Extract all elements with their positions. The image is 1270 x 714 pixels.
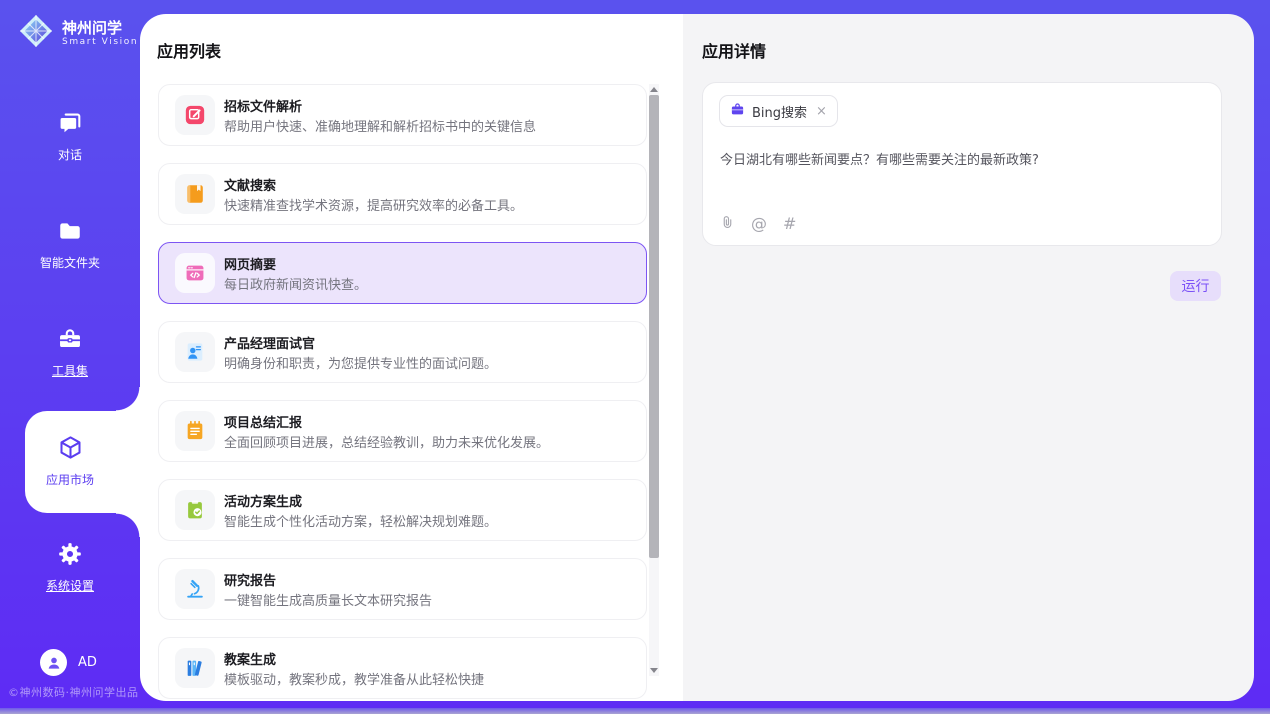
app-card-产品经理面试官[interactable]: 产品经理面试官明确身份和职责，为您提供专业性的面试问题。 [158,321,647,383]
app-card-活动方案生成[interactable]: 活动方案生成智能生成个性化活动方案，轻松解决规划难题。 [158,479,647,541]
sidebar-item-应用市场[interactable]: 应用市场 [0,434,140,488]
sidebar-item-label: 系统设置 [46,577,94,594]
sidebar-item-对话[interactable]: 对话 [0,110,140,163]
cube-icon [57,434,84,465]
copyright-footer: ©神州数码·神州问学出品 [8,684,139,700]
brand-subtitle: Smart Vision [62,37,138,47]
app-card-title: 项目总结汇报 [224,412,302,431]
prompt-text[interactable]: 今日湖北有哪些新闻要点？有哪些需要关注的最新政策? [720,149,1039,168]
app-detail-title: 应用详情 [702,38,766,62]
avatar [40,649,67,676]
brand-name: 神州问学 [62,19,138,37]
diamond-logo-icon [18,13,54,53]
notepad-icon [175,411,215,451]
app-list-title: 应用列表 [157,38,221,62]
app-card-教案生成[interactable]: 教案生成模板驱动，教案秒成，教学准备从此轻松快捷 [158,637,647,699]
sidebar-item-label: 智能文件夹 [40,254,100,271]
window-bottom-edge [0,708,1270,714]
user-account[interactable]: AD [40,649,97,676]
app-card-description: 快速精准查找学术资源，提高研究效率的必备工具。 [224,195,523,214]
paperclip-icon[interactable] [720,212,735,236]
app-card-项目总结汇报[interactable]: 项目总结汇报全面回顾项目进展，总结经验教训，助力未来优化发展。 [158,400,647,462]
app-card-招标文件解析[interactable]: 招标文件解析帮助用户快速、准确地理解和解析招标书中的关键信息 [158,84,647,146]
app-card-title: 招标文件解析 [224,96,302,115]
app-window: 神州问学 Smart Vision 对话 智能文件夹 工具集 应用市场 系统设置 [0,0,1270,714]
toolbox-icon [57,326,83,356]
books-icon [175,648,215,688]
app-detail-panel: 应用详情 Bing搜索 × 今日湖北有哪些新闻要点？有哪些需要关注的最新政策? … [683,14,1254,701]
app-card-description: 全面回顾项目进展，总结经验教训，助力未来优化发展。 [224,432,549,451]
briefcase-icon [730,102,745,121]
brand-logo: 神州问学 Smart Vision [18,13,138,53]
sidebar-item-系统设置[interactable]: 系统设置 [0,541,140,594]
app-card-title: 研究报告 [224,570,276,589]
sidebar-item-label: 对话 [58,146,82,163]
sidebar: 神州问学 Smart Vision 对话 智能文件夹 工具集 应用市场 系统设置 [0,0,140,714]
scrollbar-thumb[interactable] [649,95,659,558]
app-card-网页摘要[interactable]: 网页摘要每日政府新闻资讯快查。 [158,242,647,304]
active-tab-curve-bottom [116,513,140,537]
browser-code-icon [175,253,215,293]
tool-tag-label: Bing搜索 [752,102,807,121]
sidebar-item-label: 应用市场 [46,471,94,488]
app-card-title: 网页摘要 [224,254,276,273]
app-card-description: 一键智能生成高质量长文本研究报告 [224,590,432,609]
microscope-icon [175,569,215,609]
prompt-card: Bing搜索 × 今日湖北有哪些新闻要点？有哪些需要关注的最新政策? @# [702,82,1222,246]
person-icon [46,655,62,671]
tool-tag-bing-search[interactable]: Bing搜索 × [719,95,838,127]
gear-icon [57,541,83,571]
app-card-title: 文献搜索 [224,175,276,194]
clipboard-check-icon [175,490,215,530]
at-icon[interactable]: @ [751,216,767,232]
app-card-title: 产品经理面试官 [224,333,315,352]
run-button[interactable]: 运行 [1170,271,1221,301]
sidebar-item-label: 工具集 [52,362,88,379]
content-frame: 应用列表 招标文件解析帮助用户快速、准确地理解和解析招标书中的关键信息 文献搜索… [140,14,1254,701]
user-initials: AD [78,655,97,670]
app-list-panel: 应用列表 招标文件解析帮助用户快速、准确地理解和解析招标书中的关键信息 文献搜索… [140,14,683,701]
doc-edit-icon [175,95,215,135]
app-card-title: 教案生成 [224,649,276,668]
app-card-研究报告[interactable]: 研究报告一键智能生成高质量长文本研究报告 [158,558,647,620]
scroll-up-icon[interactable] [650,87,658,92]
sidebar-item-工具集[interactable]: 工具集 [0,326,140,379]
hash-icon[interactable]: # [783,216,796,232]
app-card-description: 模板驱动，教案秒成，教学准备从此轻松快捷 [224,669,484,688]
chat-icon [57,110,83,140]
person-doc-icon [175,332,215,372]
app-card-description: 智能生成个性化活动方案，轻松解决规划难题。 [224,511,497,530]
app-card-description: 帮助用户快速、准确地理解和解析招标书中的关键信息 [224,116,536,135]
app-card-title: 活动方案生成 [224,491,302,510]
app-card-list: 招标文件解析帮助用户快速、准确地理解和解析招标书中的关键信息 文献搜索快速精准查… [158,84,647,701]
app-card-description: 明确身份和职责，为您提供专业性的面试问题。 [224,353,497,372]
scroll-down-icon[interactable] [650,668,658,673]
folder-icon [57,218,83,248]
scrollbar[interactable] [649,84,659,676]
sidebar-item-智能文件夹[interactable]: 智能文件夹 [0,218,140,271]
book-icon [175,174,215,214]
close-icon[interactable]: × [816,105,827,118]
composer-toolbar: @# [720,212,796,236]
app-card-文献搜索[interactable]: 文献搜索快速精准查找学术资源，提高研究效率的必备工具。 [158,163,647,225]
active-tab-curve-top [116,387,140,411]
app-card-description: 每日政府新闻资讯快查。 [224,274,367,293]
